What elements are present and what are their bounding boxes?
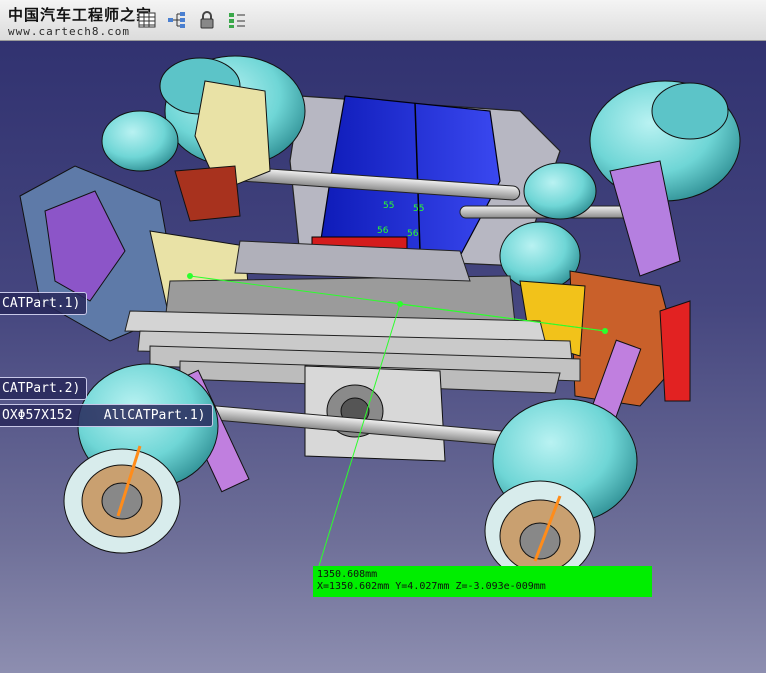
tag-1: 55 [383,201,394,211]
grid-table-icon[interactable] [135,8,159,32]
measurement-distance: 1350.608mm [317,569,378,580]
part-label-1[interactable]: CATPart.1) [0,292,88,315]
tree-structure-icon[interactable] [165,8,189,32]
left-front-wheel[interactable] [63,363,219,554]
toolbar-icon-group [135,8,249,32]
watermark-title: 中国汽车工程师之家 [8,6,153,24]
tag-2: 55 [413,204,424,214]
measurement-coordinates: X=1350.602mm Y=4.027mm Z=-3.093e-009mm [317,581,546,592]
tag-3: 56 [377,226,389,236]
tag-4: 56 [407,229,419,239]
top-toolbar: 中国汽车工程师之家 www.cartech8.com [0,0,766,41]
part-label-3[interactable]: OXΦ57X152 AllCATPart.1) [0,404,213,427]
padlock-icon[interactable] [195,8,219,32]
watermark-url: www.cartech8.com [8,25,130,38]
list-toggle-icon[interactable] [225,8,249,32]
right-front-wheel[interactable] [484,398,638,582]
part-label-2[interactable]: CATPart.2) [0,377,88,400]
measurement-readout[interactable]: 1350.608mm X=1350.602mm Y=4.027mm Z=-3.0… [313,566,652,597]
